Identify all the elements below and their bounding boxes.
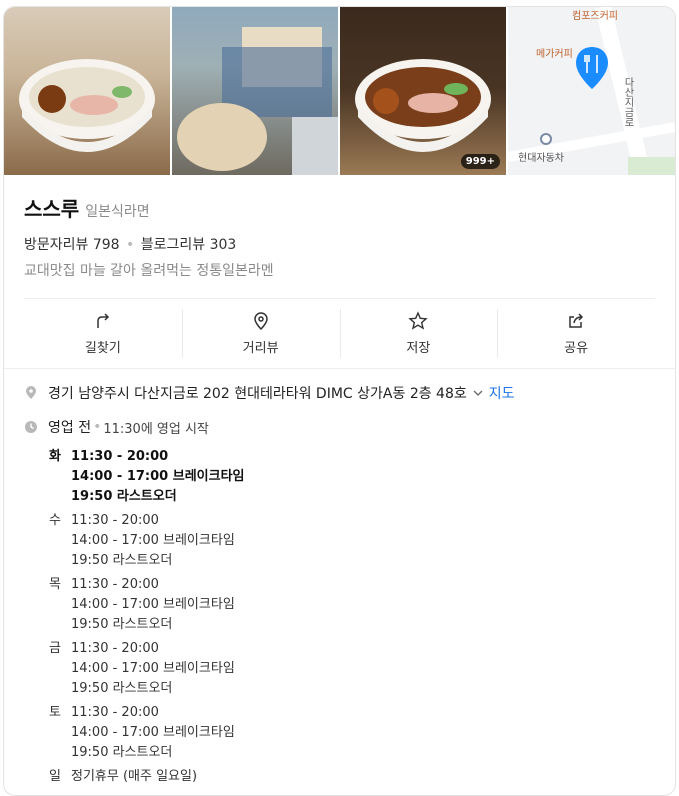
closed-note: 정기휴무 (매주 일요일) — [71, 769, 198, 784]
open-hours: 11:30 - 20:00 — [71, 577, 159, 592]
street-view-button[interactable]: 거리뷰 — [181, 299, 340, 368]
day-label: 수 — [49, 513, 61, 528]
opening-note: 11:30에 영업 시작 — [103, 421, 209, 437]
last-order: 19:50 라스트오더 — [71, 553, 173, 568]
day-label: 일 — [49, 769, 61, 784]
street-view-label: 거리뷰 — [242, 341, 279, 356]
place-name[interactable]: 스스루 — [24, 193, 79, 222]
business-hours: 화 11:30 - 20:00 14:00 - 17:00 브레이크타임 19:… — [49, 447, 655, 787]
place-info: 스스루 일본식라면 방문자리뷰 798 • 블로그리뷰 303 교대맛집 마늘 … — [4, 193, 675, 787]
day-hours: 11:30 - 20:00 14:00 - 17:00 브레이크타임 19:50… — [71, 703, 235, 763]
open-hours: 11:30 - 20:00 — [71, 705, 159, 720]
share-label: 공유 — [564, 341, 589, 356]
directions-button[interactable]: 길찾기 — [24, 299, 182, 368]
location-pin-icon — [26, 386, 36, 399]
break-time: 14:00 - 17:00 브레이크타임 — [71, 661, 235, 676]
hours-day-tue: 화 11:30 - 20:00 14:00 - 17:00 브레이크타임 19:… — [49, 447, 655, 507]
day-label: 토 — [49, 705, 61, 720]
review-counts: 방문자리뷰 798 • 블로그리뷰 303 — [24, 234, 655, 254]
blog-reviews-link[interactable]: 블로그리뷰 303 — [141, 237, 237, 253]
section-divider — [4, 368, 675, 369]
action-bar: 길찾기 거리뷰 저장 공유 — [24, 298, 655, 368]
ramen-bowl-image — [19, 59, 155, 152]
title-row: 스스루 일본식라면 — [24, 193, 655, 222]
hours-day-thu: 목 11:30 - 20:00 14:00 - 17:00 브레이크타임 19:… — [49, 575, 655, 635]
visitor-reviews-link[interactable]: 방문자리뷰 798 — [24, 237, 120, 253]
hours-day-wed: 수 11:30 - 20:00 14:00 - 17:00 브레이크타임 19:… — [49, 511, 655, 571]
photo-strip: 999+ 컴포즈커피 메가커피 현대자동차 다산지금로 — [4, 7, 675, 175]
break-time: 14:00 - 17:00 브레이크타임 — [71, 597, 235, 612]
break-time: 14:00 - 17:00 브레이크타임 — [71, 725, 235, 740]
street-view-icon — [253, 312, 268, 331]
hours-day-sat: 토 11:30 - 20:00 14:00 - 17:00 브레이크타임 19:… — [49, 703, 655, 763]
break-time: 14:00 - 17:00 브레이크타임 — [71, 469, 245, 484]
map-poi-icon — [540, 133, 552, 145]
map-thumbnail[interactable]: 컴포즈커피 메가커피 현대자동차 다산지금로 — [508, 7, 675, 175]
map-pin-icon — [576, 47, 608, 89]
save-button[interactable]: 저장 — [339, 299, 498, 368]
last-order: 19:50 라스트오더 — [71, 681, 173, 696]
day-hours: 11:30 - 20:00 14:00 - 17:00 브레이크타임 19:50… — [71, 511, 235, 571]
photo-ramen-1[interactable] — [4, 7, 170, 175]
day-hours: 11:30 - 20:00 14:00 - 17:00 브레이크타임 19:50… — [71, 575, 235, 635]
address-text[interactable]: 경기 남양주시 다산지금로 202 현대테라타워 DIMC 상가A동 2층 48… — [48, 383, 467, 403]
day-label: 목 — [49, 577, 61, 592]
map-link[interactable]: 지도 — [489, 383, 515, 403]
last-order: 19:50 라스트오더 — [71, 489, 177, 504]
photo-count-badge: 999+ — [460, 154, 500, 169]
place-card: 999+ 컴포즈커피 메가커피 현대자동차 다산지금로 스스루 일본식라면 방문… — [3, 6, 676, 796]
shoyu-ramen-image — [355, 59, 491, 152]
share-button[interactable]: 공유 — [497, 299, 655, 368]
map-label-hyundai: 현대자동차 — [518, 153, 564, 164]
last-order: 19:50 라스트오더 — [71, 745, 173, 760]
photo-ramen-2[interactable]: 999+ — [340, 7, 506, 175]
separator-dot: • — [93, 419, 102, 435]
chevron-down-icon[interactable] — [473, 388, 483, 398]
address-row: 경기 남양주시 다산지금로 202 현대테라타워 DIMC 상가A동 2층 48… — [24, 383, 655, 403]
open-hours: 11:30 - 20:00 — [71, 641, 159, 656]
last-order: 19:50 라스트오더 — [71, 617, 173, 632]
directions-icon — [97, 313, 109, 328]
hours-day-fri: 금 11:30 - 20:00 14:00 - 17:00 브레이크타임 19:… — [49, 639, 655, 699]
day-hours: 11:30 - 20:00 14:00 - 17:00 브레이크타임 19:50… — [71, 447, 245, 507]
day-label: 금 — [49, 641, 61, 656]
place-description: 교대맛집 마늘 갈아 올려먹는 정통일본라멘 — [24, 263, 274, 279]
break-time: 14:00 - 17:00 브레이크타임 — [71, 533, 235, 548]
open-hours: 11:30 - 20:00 — [71, 449, 169, 464]
star-icon — [408, 311, 429, 330]
noodle-machine-image — [177, 27, 338, 175]
open-hours: 11:30 - 20:00 — [71, 513, 159, 528]
hours-day-sun: 일 정기휴무 (매주 일요일) — [49, 767, 655, 787]
day-hours: 11:30 - 20:00 14:00 - 17:00 브레이크타임 19:50… — [71, 639, 235, 699]
photo-noodle-machine[interactable] — [172, 7, 338, 175]
save-label: 저장 — [406, 341, 431, 356]
business-status[interactable]: 영업 전 — [48, 417, 91, 437]
clock-icon — [25, 421, 37, 433]
day-label: 화 — [49, 449, 61, 464]
place-category: 일본식라면 — [85, 204, 150, 220]
directions-label: 길찾기 — [84, 341, 121, 356]
map-label-compose: 컴포즈커피 — [572, 11, 618, 22]
map-label-road: 다산지금로 — [622, 77, 633, 127]
map-label-mega: 메가커피 — [536, 49, 573, 60]
share-icon — [569, 313, 584, 328]
separator-dot: • — [126, 237, 135, 253]
business-status-row: 영업 전 • 11:30에 영업 시작 — [24, 417, 655, 437]
day-hours: 정기휴무 (매주 일요일) — [71, 767, 197, 787]
